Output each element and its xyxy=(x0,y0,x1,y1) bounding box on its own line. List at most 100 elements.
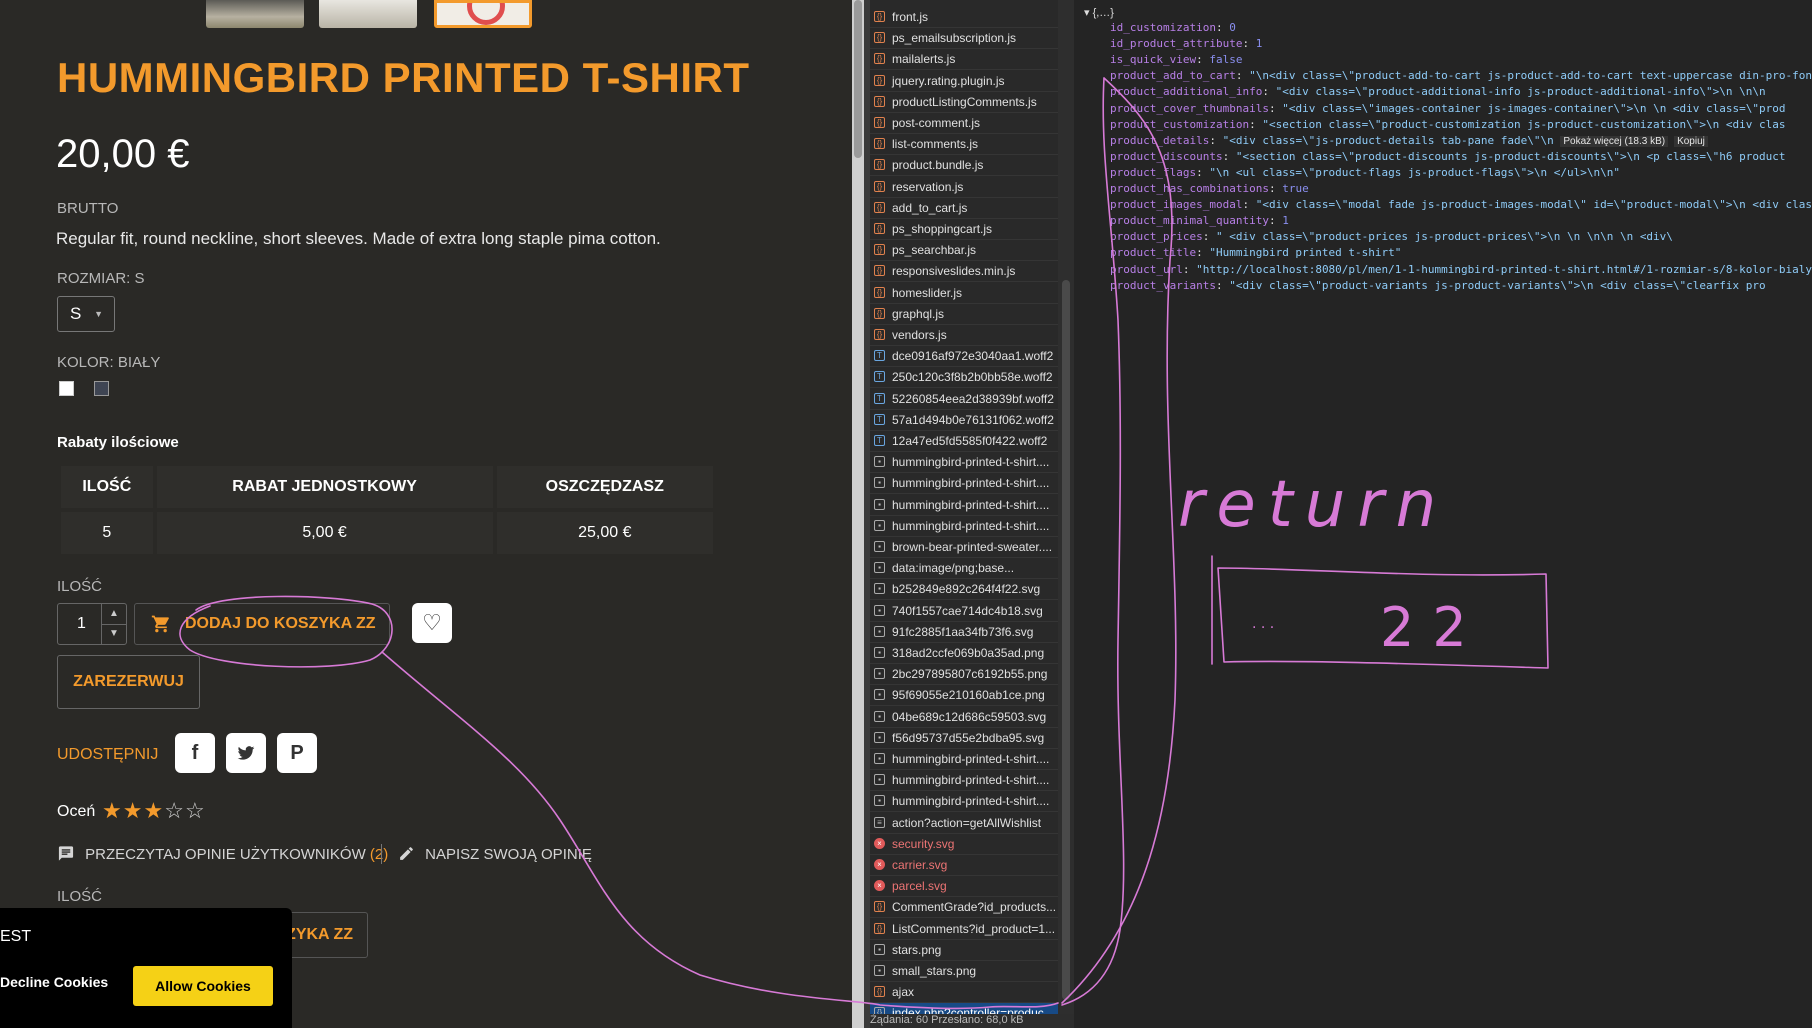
json-property[interactable]: product_prices: " <div class=\"product-p… xyxy=(1110,230,1673,243)
network-request-row[interactable]: {} ps_emailsubscription.js xyxy=(870,28,1058,50)
network-request-row[interactable]: ▪ 95f69055e210160ab1ce.png xyxy=(870,685,1058,707)
network-request-row[interactable]: {} ajax xyxy=(870,982,1058,1004)
json-property[interactable]: product_additional_info: "<div class=\"p… xyxy=(1110,85,1766,98)
network-request-row[interactable]: ▪ f56d95737d55e2bdba95.svg xyxy=(870,728,1058,749)
network-request-row[interactable]: {} CommentGrade?id_products... xyxy=(870,897,1058,919)
network-request-row[interactable]: ▪ hummingbird-printed-t-shirt.... xyxy=(870,473,1058,495)
network-request-row[interactable]: ▪ hummingbird-printed-t-shirt.... xyxy=(870,516,1058,537)
scrollbar-thumb[interactable] xyxy=(854,0,862,158)
network-request-list[interactable]: {} front.js {} ps_emailsubscription.js {} mai… xyxy=(870,0,1058,1028)
network-request-row[interactable]: {} responsiveslides.min.js xyxy=(870,261,1058,283)
network-request-row[interactable]: ▪ small_stars.png xyxy=(870,961,1058,982)
product-thumbnail-1[interactable] xyxy=(206,0,304,28)
network-request-row[interactable]: {} add_to_cart.js xyxy=(870,198,1058,219)
show-more-button[interactable]: Pokaż więcej (18.3 kB) xyxy=(1560,135,1669,147)
size-select[interactable]: S ▼ xyxy=(57,296,115,332)
network-request-row[interactable]: ▪ data:image/png;base... xyxy=(870,558,1058,580)
read-reviews-link[interactable]: PRZECZYTAJ OPINIE UŻYTKOWNIKÓW (2) xyxy=(57,845,388,863)
facebook-button[interactable]: f xyxy=(175,733,215,773)
json-property[interactable]: product_add_to_cart: "\n<div class=\"pro… xyxy=(1110,69,1812,82)
json-property[interactable]: product_variants: "<div class=\"product-… xyxy=(1110,279,1766,292)
network-request-row[interactable]: ▪ 318ad2ccfe069b0a35ad.png xyxy=(870,643,1058,664)
json-property[interactable]: product_details: "<div class=\"js-produc… xyxy=(1110,134,1708,147)
network-request-row[interactable]: × carrier.svg xyxy=(870,855,1058,876)
star-filled-icon[interactable]: ★ xyxy=(102,798,123,823)
network-request-row[interactable]: ▪ brown-bear-printed-sweater.... xyxy=(870,537,1058,558)
network-request-row[interactable]: T 12a47ed5fd5585f0f422.woff2 xyxy=(870,431,1058,452)
product-thumbnail-3-selected[interactable] xyxy=(434,0,532,28)
wishlist-button[interactable]: ♡ xyxy=(412,603,452,643)
json-property[interactable]: product_minimal_quantity: 1 xyxy=(1110,214,1289,227)
json-property[interactable]: product_cover_thumbnails: "<div class=\"… xyxy=(1110,102,1786,115)
chevron-up-icon[interactable]: ▲ xyxy=(101,604,126,625)
network-request-row[interactable]: ▪ hummingbird-printed-t-shirt.... xyxy=(870,791,1058,813)
json-property[interactable]: product_flags: "\n <ul class=\"product-f… xyxy=(1110,166,1620,179)
network-request-row[interactable]: ▪ hummingbird-printed-t-shirt.... xyxy=(870,770,1058,792)
pinterest-button[interactable]: P xyxy=(277,733,317,773)
json-property[interactable]: product_discounts: "<section class=\"pro… xyxy=(1110,150,1786,163)
json-property[interactable]: product_url: "http://localhost:8080/pl/m… xyxy=(1110,263,1812,276)
json-value: "\n<div class=\"product-add-to-cart js-p… xyxy=(1249,69,1812,83)
json-separator: : xyxy=(1242,198,1256,212)
twitter-button[interactable] xyxy=(226,733,266,773)
network-request-row[interactable]: {} productListingComments.js xyxy=(870,92,1058,113)
network-request-row[interactable]: {} post-comment.js xyxy=(870,113,1058,134)
network-request-row[interactable]: ▪ hummingbird-printed-t-shirt.... xyxy=(870,452,1058,474)
color-swatch-grey[interactable] xyxy=(94,381,109,396)
network-request-row[interactable]: {} jquery.rating.plugin.js xyxy=(870,71,1058,92)
json-root-toggle[interactable]: ▾ {,…} xyxy=(1084,6,1114,19)
network-list-scrollbar[interactable] xyxy=(1058,0,1074,1028)
product-thumbnail-2[interactable] xyxy=(319,0,417,28)
copy-button[interactable]: Kopiuj xyxy=(1674,135,1708,147)
json-property[interactable]: product_images_modal: "<div class=\"moda… xyxy=(1110,198,1812,211)
network-request-row[interactable]: {} list-comments.js xyxy=(870,134,1058,156)
json-property[interactable]: id_product_attribute: 1 xyxy=(1110,37,1262,50)
json-property[interactable]: product_title: "Hummingbird printed t-sh… xyxy=(1110,246,1401,259)
network-request-row[interactable]: T 250c120c3f8b2b0bb58e.woff2 xyxy=(870,367,1058,389)
network-request-row[interactable]: {} ps_searchbar.js xyxy=(870,240,1058,262)
network-request-row[interactable]: ▪ 91fc2885f1aa34fb73f6.svg xyxy=(870,622,1058,643)
network-request-row[interactable]: ▪ 04be689c12d686c59503.svg xyxy=(870,707,1058,728)
star-filled-icon[interactable]: ★ xyxy=(143,798,164,823)
json-property[interactable]: id_customization: 0 xyxy=(1110,21,1236,34)
reserve-button[interactable]: ZAREZERWUJ xyxy=(57,655,200,709)
star-empty-icon[interactable]: ☆ xyxy=(164,798,185,823)
network-request-row[interactable]: Tdce0916af972e3040aa1.woff2 xyxy=(870,346,1058,368)
scrollbar-thumb[interactable] xyxy=(1062,280,1070,1000)
quantity-stepper[interactable]: 1 ▲ ▼ xyxy=(57,603,127,645)
json-property[interactable]: is_quick_view: false xyxy=(1110,53,1242,66)
network-request-row[interactable]: ▪ 2bc297895807c6192b55.png xyxy=(870,664,1058,686)
star-empty-icon[interactable]: ☆ xyxy=(185,798,206,823)
network-request-row[interactable]: ≡ action?action=getAllWishlist xyxy=(870,813,1058,834)
network-request-row[interactable]: ▪ hummingbird-printed-t-shirt.... xyxy=(870,495,1058,516)
network-request-row[interactable]: ▪ b252849e892c264f4f22.svg xyxy=(870,579,1058,601)
network-request-row[interactable]: {} ListComments?id_product=1... xyxy=(870,919,1058,940)
write-review-link[interactable]: NAPISZ SWOJĄ OPINIĘ xyxy=(398,845,592,863)
network-request-row[interactable]: {} ps_shoppingcart.js xyxy=(870,219,1058,240)
network-request-row[interactable]: ▪ 740f1557cae714dc4b18.svg xyxy=(870,601,1058,622)
json-property[interactable]: product_has_combinations: true xyxy=(1110,182,1309,195)
network-request-row[interactable]: {} vendors.js xyxy=(870,325,1058,346)
rating-stars[interactable]: ★★★☆☆ xyxy=(102,798,206,824)
decline-cookies-button[interactable]: Decline Cookies xyxy=(0,974,108,990)
json-property[interactable]: product_customization: "<section class=\… xyxy=(1110,118,1786,131)
color-swatch-white[interactable] xyxy=(59,381,74,396)
network-request-row[interactable]: T 52260854eea2d38939bf.woff2 xyxy=(870,389,1058,410)
page-scrollbar[interactable] xyxy=(852,0,864,1028)
network-request-row[interactable]: {} homeslider.js xyxy=(870,283,1058,304)
allow-cookies-button[interactable]: Allow Cookies xyxy=(133,966,273,1006)
network-request-row[interactable]: {} mailalerts.js xyxy=(870,49,1058,71)
network-request-row[interactable]: × parcel.svg xyxy=(870,876,1058,898)
network-request-row[interactable]: {} graphql.js xyxy=(870,304,1058,325)
network-request-row[interactable]: {} product.bundle.js xyxy=(870,155,1058,177)
network-request-row[interactable]: T 57a1d494b0e76131f062.woff2 xyxy=(870,410,1058,431)
star-filled-icon[interactable]: ★ xyxy=(123,798,144,823)
network-request-row[interactable]: ▪ hummingbird-printed-t-shirt.... xyxy=(870,749,1058,770)
add-to-cart-button[interactable]: DODAJ DO KOSZYKA ZZ xyxy=(134,603,390,645)
network-request-row[interactable]: {} reservation.js xyxy=(870,177,1058,198)
network-request-row[interactable]: ▪ stars.png xyxy=(870,940,1058,961)
network-request-row[interactable]: {} front.js xyxy=(870,7,1058,28)
quantity-value[interactable]: 1 xyxy=(77,615,86,633)
network-request-row[interactable]: × security.svg xyxy=(870,834,1058,855)
chevron-down-icon[interactable]: ▼ xyxy=(101,624,126,644)
